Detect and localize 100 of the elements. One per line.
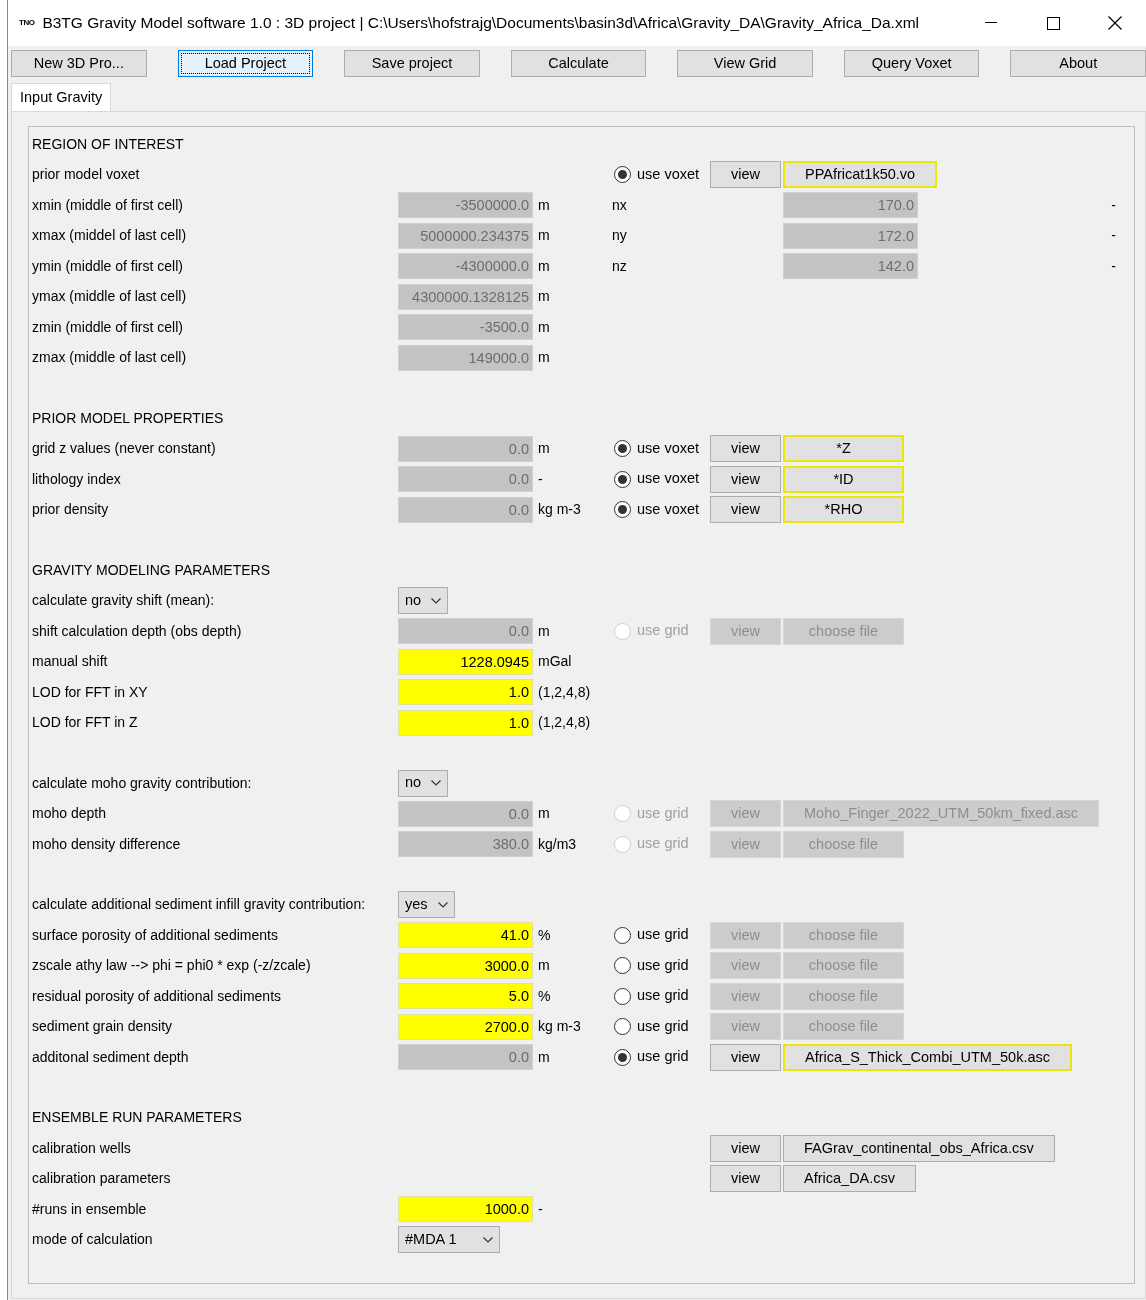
field-label: residual porosity of additional sediments [32,986,283,1006]
field-label: shift calculation depth (obs depth) [32,621,243,641]
unit-label: - [1110,256,1117,276]
view-button[interactable]: view [710,435,781,463]
radio-option[interactable]: use grid [612,985,708,1008]
file-button[interactable]: *Z [783,435,904,463]
unit-label: % [537,986,552,1006]
unit-label: - [537,469,544,489]
unit-label: m [537,287,551,307]
radio-option[interactable]: use voxet [612,163,708,186]
unit-label: m [537,956,551,976]
view-button[interactable]: view [710,1043,781,1071]
unit-label: kg/m3 [537,834,578,854]
field-label: LOD for FFT in XY [32,682,149,702]
input-field[interactable]: 1.0 [398,709,533,736]
tab[interactable]: Input Gravity [11,83,112,111]
radio-option[interactable]: use grid [612,1015,708,1038]
radio-option[interactable]: use voxet [612,437,708,460]
field-label: moho depth [32,804,107,824]
unit-label: (1,2,4,8) [537,682,592,702]
field-label: zmax (middle of last cell) [32,348,188,368]
caret-icon [437,901,448,908]
unit-label: % [537,925,552,945]
radio-option[interactable]: use grid [612,1046,708,1069]
section-title: GRAVITY MODELING PARAMETERS [32,560,272,580]
unit-label: m [537,195,551,215]
input-field[interactable]: 1228.0945 [398,648,533,675]
unit-label: - [1110,226,1117,246]
field-label: ymin (middle of first cell) [32,256,184,276]
toolbar-button[interactable]: About [1010,50,1146,77]
view-button[interactable]: view [710,1134,781,1162]
minimize-icon[interactable] [985,22,997,24]
field-label: grid z values (never constant) [32,439,217,459]
input-field[interactable]: 2700.0 [398,1013,533,1040]
field-label: lithology index [32,469,122,489]
radio-option[interactable]: use grid [612,924,708,947]
field-label: zscale athy law --> phi = phi0 * exp (-z/zcale) [32,956,312,976]
toolbar-button[interactable]: Query Voxet [843,50,980,77]
dropdown[interactable]: no [398,587,449,615]
input-field[interactable]: 3000.0 [398,952,533,979]
caret-icon [431,780,442,787]
view-button[interactable]: view [710,465,781,493]
field-label: xmax (middel of last cell) [32,226,188,246]
toolbar-button[interactable]: View Grid [677,50,813,77]
field-label: xmin (middle of first cell) [32,195,184,215]
field-label: nz [612,256,628,276]
radio-option[interactable]: use voxet [612,498,708,521]
caret-icon [431,597,442,604]
section-title: PRIOR MODEL PROPERTIES [32,408,225,428]
file-button[interactable]: FAGrav_continental_obs_Africa.csv [783,1134,1055,1162]
file-button[interactable]: *ID [783,465,904,493]
toolbar-button[interactable]: Calculate [510,50,647,77]
field-label: moho density difference [32,834,182,854]
field-label: calibration parameters [32,1169,172,1189]
field-label: sediment grain density [32,1017,174,1037]
view-button[interactable]: view [710,1165,781,1193]
maximize-icon[interactable] [1046,16,1060,30]
input-field[interactable]: 41.0 [398,922,533,949]
dropdown[interactable]: #MDA 1 [398,1226,500,1254]
dropdown[interactable]: yes [398,891,455,919]
unit-label: (1,2,4,8) [537,713,592,733]
field-label: LOD for FFT in Z [32,713,139,733]
dropdown[interactable]: no [398,769,449,797]
radio-option[interactable]: use grid [612,954,708,977]
view-button[interactable]: view [710,161,781,189]
input-field[interactable]: 1.0 [398,679,533,706]
field-label: calculate additional sediment infill gravity contribution: [32,895,367,915]
section-title: REGION OF INTEREST [32,134,185,154]
field-label: #runs in ensemble [32,1199,148,1219]
file-button[interactable]: Africa_DA.csv [783,1165,917,1193]
field-label: manual shift [32,652,109,672]
field-label: calculate gravity shift (mean): [32,591,216,611]
input-field[interactable]: 5.0 [398,983,533,1010]
unit-label: m [537,226,551,246]
unit-label: kg m-3 [537,1017,582,1037]
toolbar-button[interactable]: New 3D Pro... [11,50,147,77]
unit-label: m [537,256,551,276]
toolbar-button[interactable]: Load Project [177,50,314,77]
unit-label: - [537,1199,544,1219]
section-title: ENSEMBLE RUN PARAMETERS [32,1108,243,1128]
toolbar-button[interactable]: Save project [344,50,480,77]
field-label: calibration wells [32,1138,132,1158]
field-label: prior density [32,500,110,520]
file-button[interactable]: *RHO [783,496,904,524]
input-field[interactable]: 1000.0 [398,1196,533,1223]
unit-label: m [537,804,551,824]
window-title: B3TG Gravity Model software 1.0 : 3D project | C:\Users\hofstrajg\Documents\basin3d\Africa\Gravity_DA\Gravity_Africa_Da.xml [42,13,921,34]
view-button[interactable]: view [710,496,781,524]
unit-label: mGal [537,652,573,672]
field-label: prior model voxet [32,165,141,185]
unit-label: m [537,1047,551,1067]
field-label: additonal sediment depth [32,1047,190,1067]
close-icon[interactable] [1108,16,1122,30]
unit-label: m [537,439,551,459]
field-label: calculate moho gravity contribution: [32,773,253,793]
file-button[interactable]: PPAfricat1k50.vo [783,161,938,189]
file-button[interactable]: Africa_S_Thick_Combi_UTM_50k.asc [783,1043,1072,1071]
unit-label: kg m-3 [537,500,582,520]
unit-label: m [537,348,551,368]
radio-option[interactable]: use voxet [612,468,708,491]
